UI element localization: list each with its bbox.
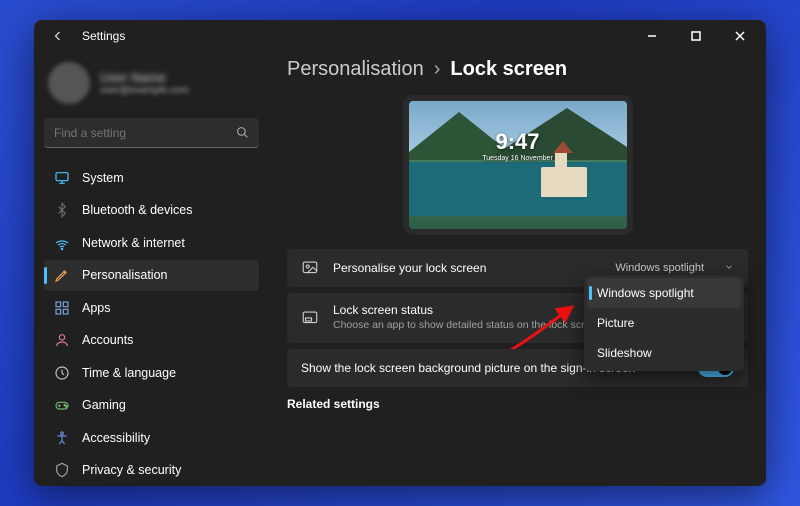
sidebar-item-label: Bluetooth & devices: [82, 203, 193, 217]
sidebar-item-label: Apps: [82, 301, 111, 315]
sidebar-item-label: Personalisation: [82, 268, 167, 282]
minimize-button[interactable]: [630, 20, 674, 52]
maximize-icon: [691, 31, 701, 41]
breadcrumb-current: Lock screen: [450, 58, 567, 81]
time-icon: [54, 365, 70, 381]
titlebar: Settings: [34, 20, 766, 52]
preview-clock: 9:47 Tuesday 16 November: [409, 129, 627, 162]
sidebar-item-apps[interactable]: Apps: [44, 292, 259, 324]
arrow-left-icon: [52, 30, 64, 42]
lockscreen-preview-wrap: 9:47 Tuesday 16 November: [287, 95, 748, 235]
nav-list: System Bluetooth & devices Network & inter…: [44, 162, 259, 486]
back-button[interactable]: [46, 24, 70, 48]
status-icon: [301, 309, 319, 327]
sidebar-item-privacy-security[interactable]: Privacy & security: [44, 455, 259, 487]
window-body: User Name user@example.com System Bluetoo…: [34, 52, 766, 486]
privacy-icon: [54, 462, 70, 478]
sidebar-item-label: Privacy & security: [82, 463, 181, 477]
maximize-button[interactable]: [674, 20, 718, 52]
dropdown-option-windows-spotlight[interactable]: Windows spotlight: [587, 278, 741, 308]
sidebar-item-label: System: [82, 171, 124, 185]
chevron-down-icon: [724, 261, 734, 275]
breadcrumb-parent[interactable]: Personalisation: [287, 58, 424, 81]
sidebar-item-system[interactable]: System: [44, 162, 259, 194]
profile-email: user@example.com: [100, 85, 189, 96]
sidebar-item-personalisation[interactable]: Personalisation: [44, 260, 259, 292]
personalise-dropdown: Windows spotlightPictureSlideshow: [584, 275, 744, 371]
minimize-icon: [647, 31, 657, 41]
sidebar-item-label: Network & internet: [82, 236, 185, 250]
sidebar-item-label: Gaming: [82, 398, 126, 412]
image-icon: [301, 259, 319, 277]
profile-text: User Name user@example.com: [100, 70, 189, 96]
dropdown-option-picture[interactable]: Picture: [587, 308, 741, 338]
profile-section[interactable]: User Name user@example.com: [44, 58, 259, 116]
close-button[interactable]: [718, 20, 762, 52]
sidebar-item-accounts[interactable]: Accounts: [44, 325, 259, 357]
breadcrumb-sep: ›: [434, 58, 441, 81]
network-icon: [54, 235, 70, 251]
apps-icon: [54, 300, 70, 316]
setting-value: Windows spotlight: [615, 262, 704, 274]
preview-time: 9:47: [409, 129, 627, 155]
sidebar-item-gaming[interactable]: Gaming: [44, 390, 259, 422]
sidebar: User Name user@example.com System Bluetoo…: [34, 52, 269, 486]
bluetooth-icon: [54, 202, 70, 218]
setting-title: Personalise your lock screen: [333, 261, 601, 275]
sidebar-item-accessibility[interactable]: Accessibility: [44, 422, 259, 454]
search-icon: [236, 126, 249, 139]
system-icon: [54, 170, 70, 186]
sidebar-item-time-language[interactable]: Time & language: [44, 357, 259, 389]
search-input[interactable]: [54, 126, 236, 140]
gaming-icon: [54, 397, 70, 413]
avatar: [48, 62, 90, 104]
sidebar-item-label: Accounts: [82, 333, 133, 347]
window-title: Settings: [82, 29, 125, 43]
preview-lake: [409, 162, 627, 216]
personalise-icon: [54, 267, 70, 283]
preview-date: Tuesday 16 November: [409, 155, 627, 162]
settings-window: Settings User Name user@example.com: [34, 20, 766, 486]
titlebar-left: Settings: [46, 24, 125, 48]
breadcrumb: Personalisation › Lock screen: [287, 56, 748, 95]
sidebar-item-label: Accessibility: [82, 431, 150, 445]
dropdown-option-slideshow[interactable]: Slideshow: [587, 338, 741, 368]
sidebar-item-label: Time & language: [82, 366, 176, 380]
setting-text: Personalise your lock screen: [333, 261, 601, 275]
close-icon: [735, 31, 745, 41]
window-controls: [630, 20, 762, 52]
profile-name: User Name: [100, 70, 189, 85]
accounts-icon: [54, 332, 70, 348]
related-settings-heading: Related settings: [287, 397, 748, 411]
main-content: Personalisation › Lock screen 9:47 Tuesd…: [269, 52, 766, 486]
setting-lockscreen-status[interactable]: Lock screen status Choose an app to show…: [287, 293, 748, 343]
lockscreen-preview: 9:47 Tuesday 16 November: [403, 95, 633, 235]
accessibility-icon: [54, 430, 70, 446]
search-box[interactable]: [44, 118, 259, 148]
sidebar-item-network-internet[interactable]: Network & internet: [44, 227, 259, 259]
sidebar-item-bluetooth-devices[interactable]: Bluetooth & devices: [44, 195, 259, 227]
